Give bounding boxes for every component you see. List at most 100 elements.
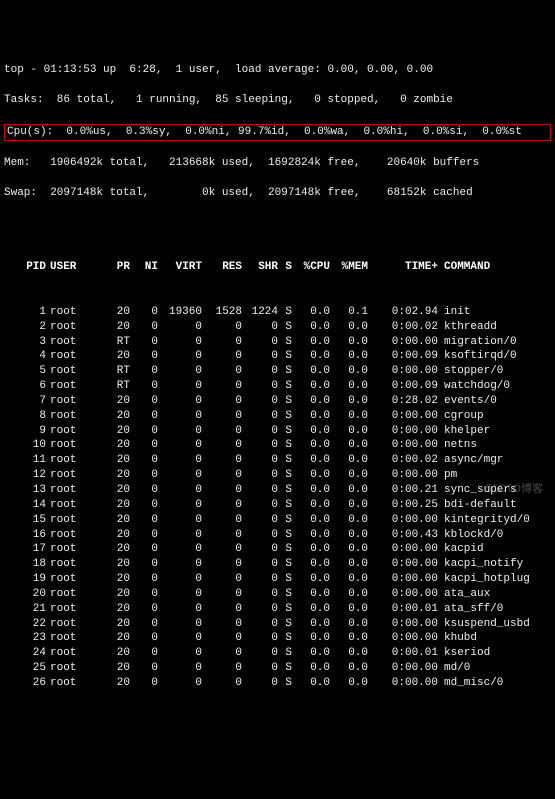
cell-shr: 0 — [242, 394, 278, 409]
cell-virt: 0 — [158, 349, 202, 364]
process-row[interactable]: 14root200000S0.00.00:00.25bdi-default — [4, 498, 551, 513]
process-row[interactable]: 16root200000S0.00.00:00.43kblockd/0 — [4, 528, 551, 543]
process-row[interactable]: 4root200000S0.00.00:00.09ksoftirqd/0 — [4, 349, 551, 364]
process-row[interactable]: 5rootRT0000S0.00.00:00.00stopper/0 — [4, 364, 551, 379]
cell-res: 0 — [202, 453, 242, 468]
cell-ni: 0 — [130, 335, 158, 350]
process-row[interactable]: 1root2001936015281224S0.00.10:02.94init — [4, 305, 551, 320]
cell-s: S — [278, 394, 292, 409]
cell-user: root — [46, 557, 98, 572]
cell-mem: 0.0 — [330, 557, 368, 572]
process-row[interactable]: 9root200000S0.00.00:00.00khelper — [4, 424, 551, 439]
process-row[interactable]: 11root200000S0.00.00:00.02async/mgr — [4, 453, 551, 468]
cell-cmd: khelper — [438, 424, 490, 439]
cell-mem: 0.0 — [330, 394, 368, 409]
cell-ni: 0 — [130, 305, 158, 320]
process-row[interactable]: 13root200000S0.00.00:00.21sync_supers — [4, 483, 551, 498]
process-row[interactable]: 10root200000S0.00.00:00.00netns — [4, 438, 551, 453]
cell-cmd: kthreadd — [438, 320, 497, 335]
process-row[interactable]: 6rootRT0000S0.00.00:00.09watchdog/0 — [4, 379, 551, 394]
cell-pid: 20 — [4, 587, 46, 602]
cell-time: 0:00.00 — [368, 409, 438, 424]
cell-time: 0:00.09 — [368, 379, 438, 394]
cell-cmd: sync_supers — [438, 483, 517, 498]
cell-pid: 7 — [4, 394, 46, 409]
cell-user: root — [46, 528, 98, 543]
process-row[interactable]: 17root200000S0.00.00:00.00kacpid — [4, 542, 551, 557]
cell-pr: 20 — [98, 572, 130, 587]
cell-mem: 0.0 — [330, 542, 368, 557]
cell-time: 0:00.00 — [368, 676, 438, 691]
cell-res: 1528 — [202, 305, 242, 320]
cell-virt: 19360 — [158, 305, 202, 320]
process-row[interactable]: 20root200000S0.00.00:00.00ata_aux — [4, 587, 551, 602]
cell-res: 0 — [202, 438, 242, 453]
cell-pid: 26 — [4, 676, 46, 691]
cell-user: root — [46, 335, 98, 350]
cell-time: 0:00.01 — [368, 602, 438, 617]
cell-pid: 6 — [4, 379, 46, 394]
cell-virt: 0 — [158, 587, 202, 602]
cell-user: root — [46, 483, 98, 498]
cell-s: S — [278, 483, 292, 498]
cell-res: 0 — [202, 542, 242, 557]
cell-cpu: 0.0 — [292, 424, 330, 439]
cell-pid: 22 — [4, 617, 46, 632]
process-row[interactable]: 21root200000S0.00.00:00.01ata_sff/0 — [4, 602, 551, 617]
cell-pr: 20 — [98, 320, 130, 335]
cell-ni: 0 — [130, 661, 158, 676]
cell-cmd: khubd — [438, 631, 477, 646]
cell-s: S — [278, 468, 292, 483]
cell-user: root — [46, 572, 98, 587]
process-row[interactable]: 19root200000S0.00.00:00.00kacpi_hotplug — [4, 572, 551, 587]
cell-cpu: 0.0 — [292, 602, 330, 617]
cell-mem: 0.0 — [330, 468, 368, 483]
process-row[interactable]: 22root200000S0.00.00:00.00ksuspend_usbd — [4, 617, 551, 632]
process-row[interactable]: 7root200000S0.00.00:28.02events/0 — [4, 394, 551, 409]
cell-user: root — [46, 453, 98, 468]
cell-user: root — [46, 661, 98, 676]
cell-shr: 0 — [242, 349, 278, 364]
cell-user: root — [46, 424, 98, 439]
cell-pr: 20 — [98, 305, 130, 320]
process-row[interactable]: 15root200000S0.00.00:00.00kintegrityd/0 — [4, 513, 551, 528]
cell-pr: 20 — [98, 438, 130, 453]
cell-mem: 0.0 — [330, 364, 368, 379]
cell-res: 0 — [202, 676, 242, 691]
process-list[interactable]: 1root2001936015281224S0.00.10:02.94init2… — [4, 305, 551, 691]
process-row[interactable]: 2root200000S0.00.00:00.02kthreadd — [4, 320, 551, 335]
process-row[interactable]: 12root200000S0.00.00:00.00pm — [4, 468, 551, 483]
cell-s: S — [278, 557, 292, 572]
cell-virt: 0 — [158, 572, 202, 587]
col-ni: NI — [130, 260, 158, 275]
cell-time: 0:00.00 — [368, 631, 438, 646]
cell-time: 0:00.02 — [368, 320, 438, 335]
col-time: TIME+ — [368, 260, 438, 275]
cell-pr: 20 — [98, 661, 130, 676]
process-row[interactable]: 24root200000S0.00.00:00.01kseriod — [4, 646, 551, 661]
process-row[interactable]: 26root200000S0.00.00:00.00md_misc/0 — [4, 676, 551, 691]
cell-pr: 20 — [98, 617, 130, 632]
cell-res: 0 — [202, 617, 242, 632]
process-row[interactable]: 18root200000S0.00.00:00.00kacpi_notify — [4, 557, 551, 572]
process-row[interactable]: 25root200000S0.00.00:00.00md/0 — [4, 661, 551, 676]
cell-virt: 0 — [158, 661, 202, 676]
cell-user: root — [46, 498, 98, 513]
cell-pr: 20 — [98, 349, 130, 364]
cell-virt: 0 — [158, 394, 202, 409]
process-row[interactable]: 3rootRT0000S0.00.00:00.00migration/0 — [4, 335, 551, 350]
cell-ni: 0 — [130, 394, 158, 409]
process-row[interactable]: 23root200000S0.00.00:00.00khubd — [4, 631, 551, 646]
cell-time: 0:00.01 — [368, 646, 438, 661]
cell-s: S — [278, 305, 292, 320]
col-cpu: %CPU — [292, 260, 330, 275]
cell-pid: 2 — [4, 320, 46, 335]
cell-s: S — [278, 617, 292, 632]
cell-user: root — [46, 320, 98, 335]
process-row[interactable]: 8root200000S0.00.00:00.00cgroup — [4, 409, 551, 424]
cell-cmd: kseriod — [438, 646, 490, 661]
cell-virt: 0 — [158, 617, 202, 632]
cell-ni: 0 — [130, 409, 158, 424]
cell-pid: 1 — [4, 305, 46, 320]
cell-shr: 0 — [242, 528, 278, 543]
